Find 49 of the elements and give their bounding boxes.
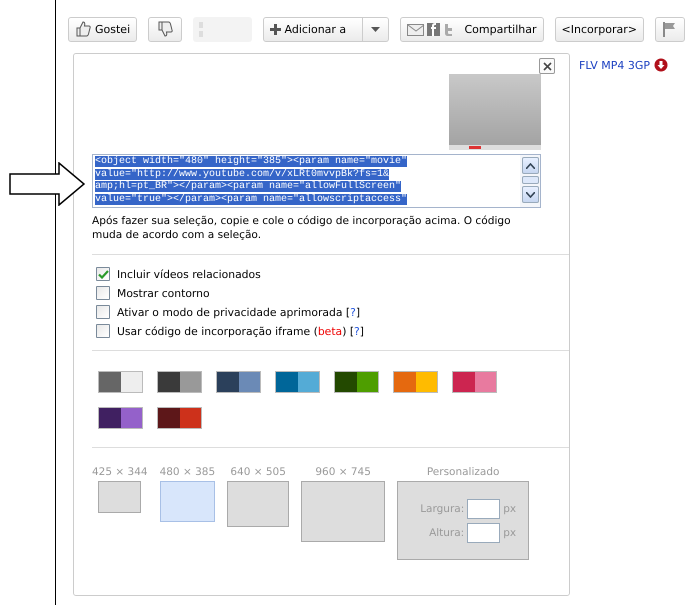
close-icon <box>542 62 552 70</box>
color-swatch[interactable] <box>98 407 143 429</box>
checkbox[interactable] <box>96 305 110 319</box>
field-label: Largura: <box>420 502 464 514</box>
unit-label: px <box>503 502 516 514</box>
input-field[interactable] <box>467 498 500 518</box>
input-field[interactable] <box>467 522 500 542</box>
dropdown-button[interactable] <box>362 16 388 42</box>
color-swatch[interactable] <box>98 371 143 393</box>
download-link[interactable]: FLV MP4 3GP <box>579 58 650 72</box>
checkbox[interactable] <box>96 286 110 300</box>
size-label: Personalizado <box>426 466 500 478</box>
size-label: 960 × 745 <box>315 466 371 478</box>
download-icon[interactable] <box>654 58 668 72</box>
flag-button[interactable] <box>655 16 685 42</box>
scrollbar[interactable] <box>520 155 540 207</box>
size-label: 480 × 385 <box>160 466 216 478</box>
hint-text: Após fazer sua seleção, copie e cole o código de incorporação acima. O código muda de acordo com a seleção. <box>92 214 512 242</box>
option-label: Ativar o modo de privacidade aprimorada [?] <box>117 306 360 318</box>
color-swatch[interactable] <box>334 371 379 393</box>
share-button[interactable]: Compartilhar <box>400 16 544 42</box>
color-swatch[interactable] <box>393 371 438 393</box>
close-button[interactable] <box>539 58 555 74</box>
option-label: Usar código de incorporação iframe (beta) [?] <box>117 324 364 338</box>
color-swatch[interactable] <box>157 407 202 429</box>
field-label: Altura: <box>429 526 464 538</box>
option-label: Incluir vídeos relacionados <box>117 268 261 280</box>
size-label: 640 × 505 <box>230 466 286 478</box>
size-label: 425 × 344 <box>92 466 148 478</box>
thumbs-up-icon <box>75 21 91 37</box>
color-swatch[interactable] <box>157 371 202 393</box>
caret-icon <box>370 26 380 32</box>
color-swatch[interactable] <box>452 371 497 393</box>
unit-label: px <box>503 526 516 538</box>
scroll-thumb[interactable] <box>522 176 538 184</box>
add-to-button[interactable]: Adicionar a <box>262 16 362 42</box>
flag-icon <box>663 21 677 37</box>
color-swatch[interactable] <box>216 371 261 393</box>
dislike-button[interactable] <box>148 16 182 42</box>
checkbox[interactable] <box>96 267 110 281</box>
checkbox[interactable] <box>96 324 110 338</box>
plus-icon <box>270 24 280 34</box>
rating-placeholder <box>193 16 252 42</box>
embed-code-field[interactable]: <object width="480" height="385"><param name="movie" value="http://www.youtube.com/v/xLRt0mvvpBk?fs=1& amp;hl=pt_BR"></param><param name="allowFullScreen" value="true"></param><param name="allowscriptaccess" <box>92 154 541 208</box>
option-label: Mostrar contorno <box>117 286 210 300</box>
like-button[interactable]: Gostei <box>68 16 138 42</box>
embed-button[interactable]: <Incorporar> <box>554 16 644 42</box>
thumbs-down-icon <box>157 21 174 37</box>
color-swatch[interactable] <box>275 371 320 393</box>
